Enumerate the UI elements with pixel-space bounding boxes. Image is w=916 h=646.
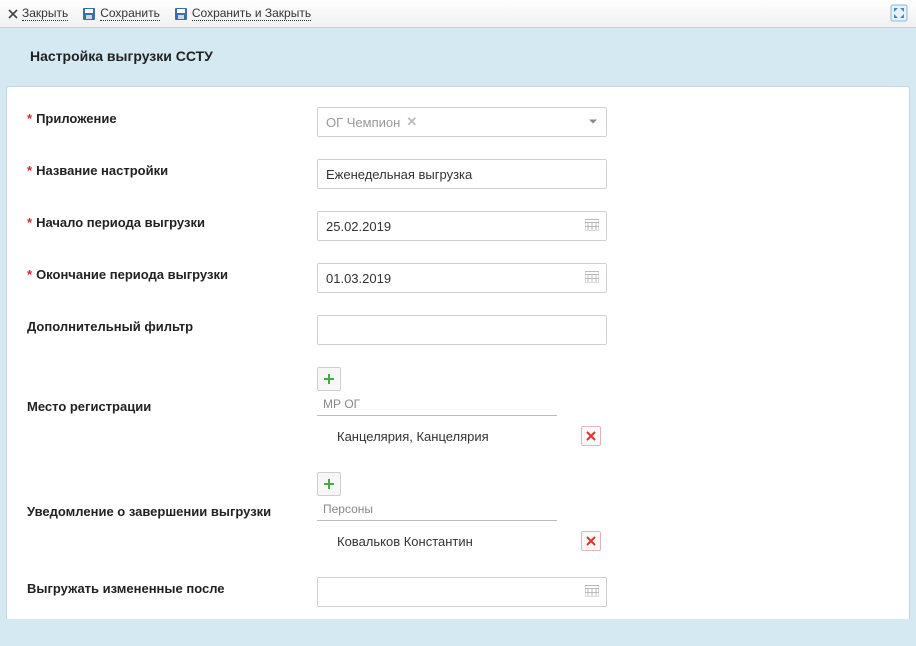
save-label: Сохранить [100,6,160,21]
plus-icon [323,373,335,385]
form-panel: * Приложение ОГ Чемпион ✕ * Название нас… [6,86,910,619]
name-label: * Название настройки [17,159,317,178]
reg-place-item-value: Канцелярия, Канцелярия [337,429,489,444]
filter-input[interactable] [317,315,607,345]
required-mark: * [27,215,32,230]
required-mark: * [27,111,32,126]
notify-item-value: Ковальков Константин [337,534,473,549]
changed-after-input[interactable] [317,577,607,607]
toolbar: Закрыть Сохранить Сохранить и Закрыть [0,0,916,28]
save-button[interactable]: Сохранить [82,6,160,21]
remove-item-button[interactable] [581,531,601,551]
list-item: Ковальков Константин [317,521,607,555]
expand-button[interactable] [890,4,908,22]
reg-place-subheader: МР ОГ [317,397,557,416]
app-select-value: ОГ Чемпион [326,115,400,130]
end-date-label: * Окончание периода выгрузки [17,263,317,282]
notify-subheader: Персоны [317,502,557,521]
close-icon [8,9,18,19]
page-header: Настройка выгрузки ССТУ [0,28,916,86]
close-button[interactable]: Закрыть [8,6,68,21]
expand-icon [890,4,908,22]
save-and-close-button[interactable]: Сохранить и Закрыть [174,6,311,21]
name-input[interactable] [317,159,607,189]
save-and-close-label: Сохранить и Закрыть [192,6,311,21]
plus-icon [323,478,335,490]
clear-icon[interactable]: ✕ [406,114,417,130]
delete-icon [586,536,596,546]
page-title: Настройка выгрузки ССТУ [30,48,886,64]
delete-icon [586,431,596,441]
required-mark: * [27,267,32,282]
notify-label: Уведомление о завершении выгрузки [17,472,317,519]
add-reg-place-button[interactable] [317,367,341,391]
filter-label: Дополнительный фильтр [17,315,317,334]
changed-after-label: Выгружать измененные после [17,577,317,596]
chevron-down-icon [588,115,598,130]
start-date-label: * Начало периода выгрузки [17,211,317,230]
remove-item-button[interactable] [581,426,601,446]
list-item: Канцелярия, Канцелярия [317,416,607,450]
save-icon [174,7,188,21]
app-label: * Приложение [17,107,317,126]
add-notify-person-button[interactable] [317,472,341,496]
save-icon [82,7,96,21]
reg-place-label: Место регистрации [17,367,317,414]
close-label: Закрыть [22,6,68,21]
start-date-input[interactable] [317,211,607,241]
required-mark: * [27,163,32,178]
end-date-input[interactable] [317,263,607,293]
app-select[interactable]: ОГ Чемпион ✕ [317,107,607,137]
